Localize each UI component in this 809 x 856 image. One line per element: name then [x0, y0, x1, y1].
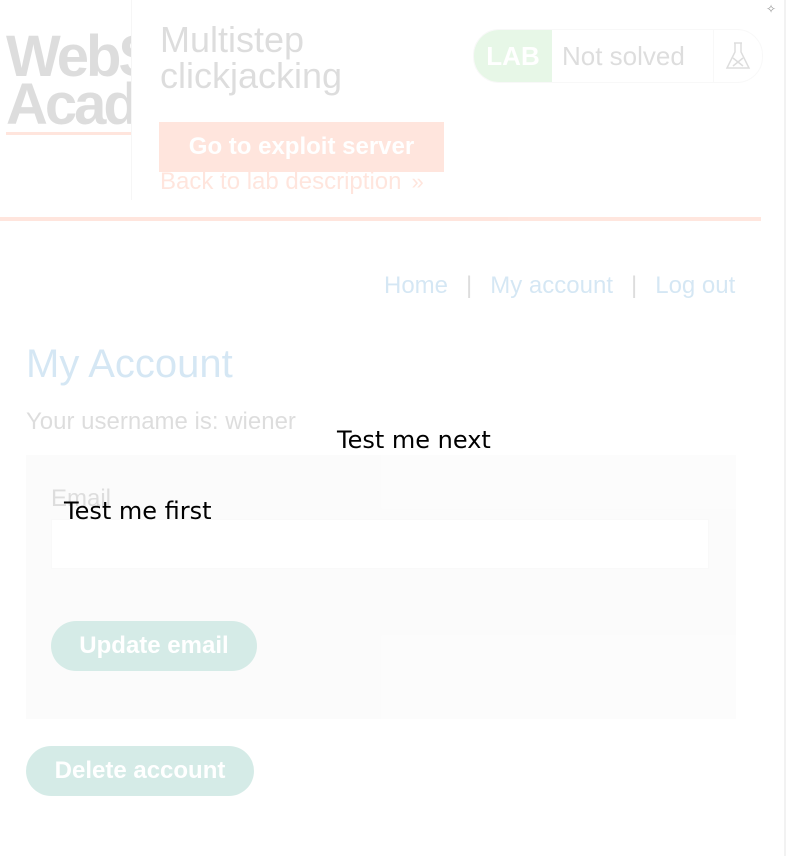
page-title: My Account — [26, 342, 233, 386]
lab-status-widget: LAB Not solved — [473, 29, 763, 83]
email-field[interactable] — [51, 519, 709, 569]
decoy-test-me-first[interactable]: Test me first — [64, 497, 212, 525]
flask-icon — [714, 30, 762, 82]
back-to-description-link[interactable]: Back to lab description » — [160, 168, 424, 196]
nav-log-out-link[interactable]: Log out — [655, 272, 735, 299]
exploit-server-button[interactable]: Go to exploit server — [159, 122, 444, 172]
top-nav: Home | My account | Log out — [384, 272, 735, 300]
header-divider — [131, 0, 132, 200]
iframe-edge — [784, 0, 786, 856]
lab-title: Multistep clickjacking — [160, 22, 342, 94]
logo-underline — [6, 132, 132, 135]
chevron-right-icon: » — [411, 169, 424, 194]
username-text: Your username is: wiener — [26, 408, 296, 435]
nav-separator: | — [630, 272, 638, 299]
nav-my-account-link[interactable]: My account — [490, 272, 613, 299]
update-email-button[interactable]: Update email — [51, 621, 257, 671]
lab-status-text: Not solved — [552, 30, 714, 82]
lab-title-line2: clickjacking — [160, 55, 343, 96]
nav-home-link[interactable]: Home — [384, 272, 448, 299]
logo-line2: Academy — [6, 72, 132, 137]
sparkle-icon: ✧ — [766, 2, 777, 16]
change-email-form: Email Update email — [26, 455, 736, 719]
academy-logo: WebSecurity Academy — [6, 24, 132, 140]
decoy-test-me-next[interactable]: Test me next — [337, 426, 491, 454]
delete-account-button[interactable]: Delete account — [26, 746, 254, 796]
lab-badge: LAB — [474, 30, 552, 82]
back-link-label: Back to lab description — [160, 168, 402, 195]
lab-title-line1: Multistep — [160, 19, 305, 60]
nav-separator: | — [466, 272, 473, 299]
header-accent-line — [0, 217, 761, 221]
